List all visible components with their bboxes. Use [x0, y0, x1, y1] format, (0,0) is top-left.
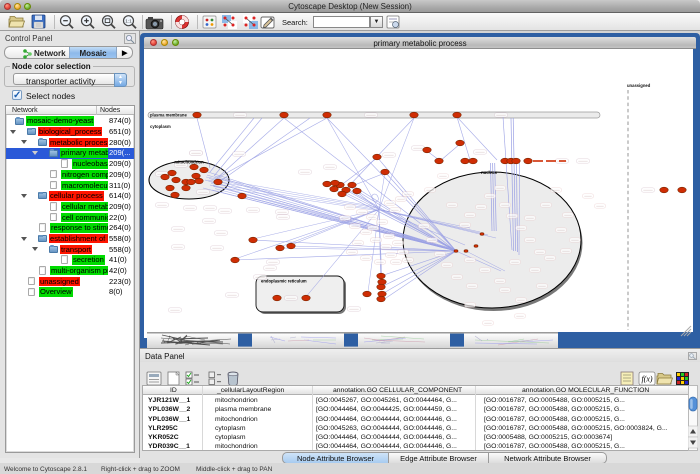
svg-text:unassigned: unassigned	[627, 83, 651, 88]
svg-text:plasma membrane: plasma membrane	[150, 113, 187, 118]
svg-text:nucleus: nucleus	[481, 170, 497, 175]
svg-text:endoplasmic reticulum: endoplasmic reticulum	[261, 279, 307, 284]
svg-text:1:1: 1:1	[125, 18, 132, 23]
svg-text:cytoplasm: cytoplasm	[150, 124, 171, 129]
svg-text:f(x): f(x)	[641, 375, 652, 384]
svg-text:mitochondrion: mitochondrion	[174, 160, 204, 165]
